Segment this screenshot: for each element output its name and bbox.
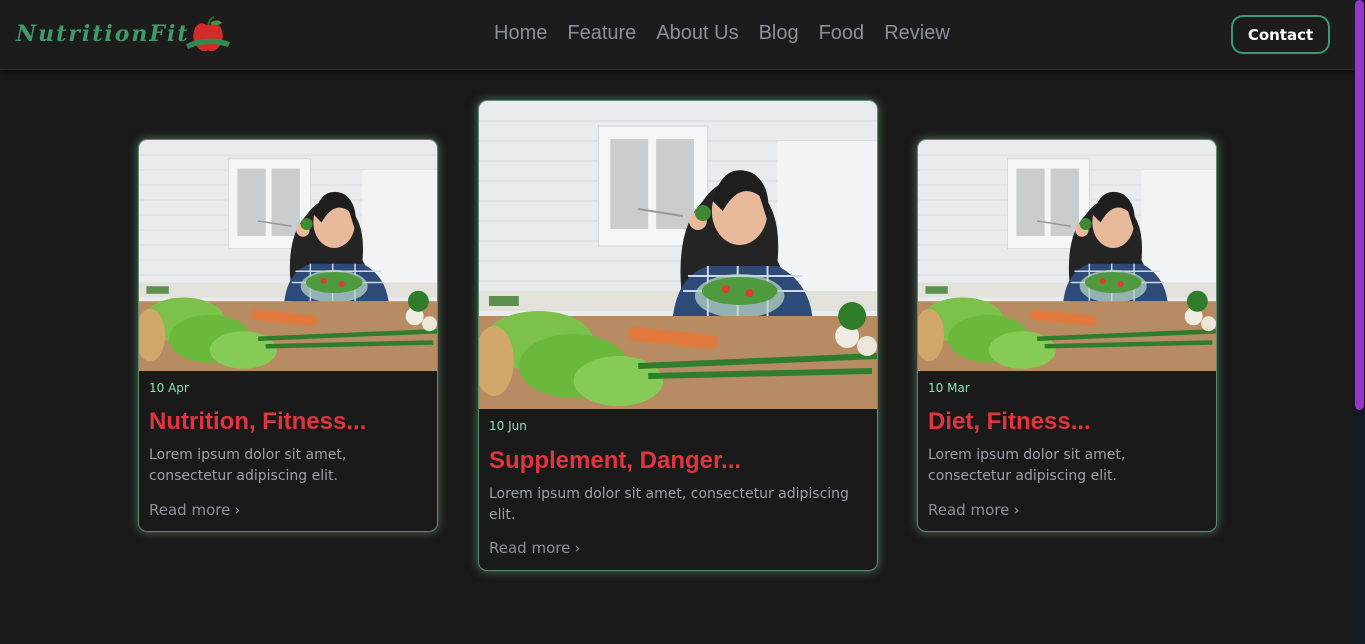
card-description: Lorem ipsum dolor sit amet, consectetur … [928, 447, 1126, 484]
nav-links: Home Feature About Us Blog Food Review [494, 22, 950, 45]
blog-card-1[interactable]: 10 Apr Nutrition, Fitness... Lorem ipsum… [138, 139, 438, 532]
read-more-label: Read more [489, 539, 571, 557]
nav-link-blog[interactable]: Blog [759, 22, 799, 45]
chevron-right-icon: › [574, 539, 581, 557]
read-more-link[interactable]: Read more › [149, 501, 240, 519]
read-more-label: Read more [149, 501, 231, 519]
woman-eating-salad-photo [139, 140, 437, 371]
chevron-right-icon: › [234, 501, 241, 519]
nav-link-home[interactable]: Home [494, 22, 547, 45]
blog-card-3[interactable]: 10 Mar Diet, Fitness... Lorem ipsum dolo… [917, 139, 1217, 532]
read-more-link[interactable]: Read more › [928, 501, 1019, 519]
card-description: Lorem ipsum dolor sit amet, consectetur … [489, 486, 849, 523]
woman-eating-salad-photo [918, 140, 1216, 371]
apple-icon [185, 16, 230, 52]
nav-link-about-us[interactable]: About Us [656, 22, 738, 45]
brand-logo[interactable]: NutritionFit [16, 14, 230, 54]
card-date: 10 Apr [149, 381, 189, 395]
card-description: Lorem ipsum dolor sit amet, consectetur … [149, 447, 347, 484]
card-date: 10 Jun [489, 419, 527, 433]
blog-card-2[interactable]: 10 Jun Supplement, Danger... Lorem ipsum… [478, 100, 878, 571]
woman-eating-salad-photo [479, 101, 877, 409]
chevron-right-icon: › [1013, 501, 1020, 519]
brand-logo-text: NutritionFit [16, 21, 190, 47]
navbar: NutritionFit Home Feature About Us Blog … [0, 0, 1354, 70]
contact-button[interactable]: Contact [1231, 15, 1330, 54]
card-title[interactable]: Nutrition, Fitness... [149, 408, 366, 436]
scrollbar-thumb[interactable] [1355, 0, 1364, 410]
card-title[interactable]: Supplement, Danger... [489, 447, 741, 475]
nav-link-review[interactable]: Review [884, 22, 950, 45]
read-more-label: Read more [928, 501, 1010, 519]
card-title[interactable]: Diet, Fitness... [928, 408, 1091, 436]
nav-link-feature[interactable]: Feature [567, 22, 636, 45]
nav-link-food[interactable]: Food [819, 22, 865, 45]
card-date: 10 Mar [928, 381, 970, 395]
read-more-link[interactable]: Read more › [489, 539, 580, 557]
